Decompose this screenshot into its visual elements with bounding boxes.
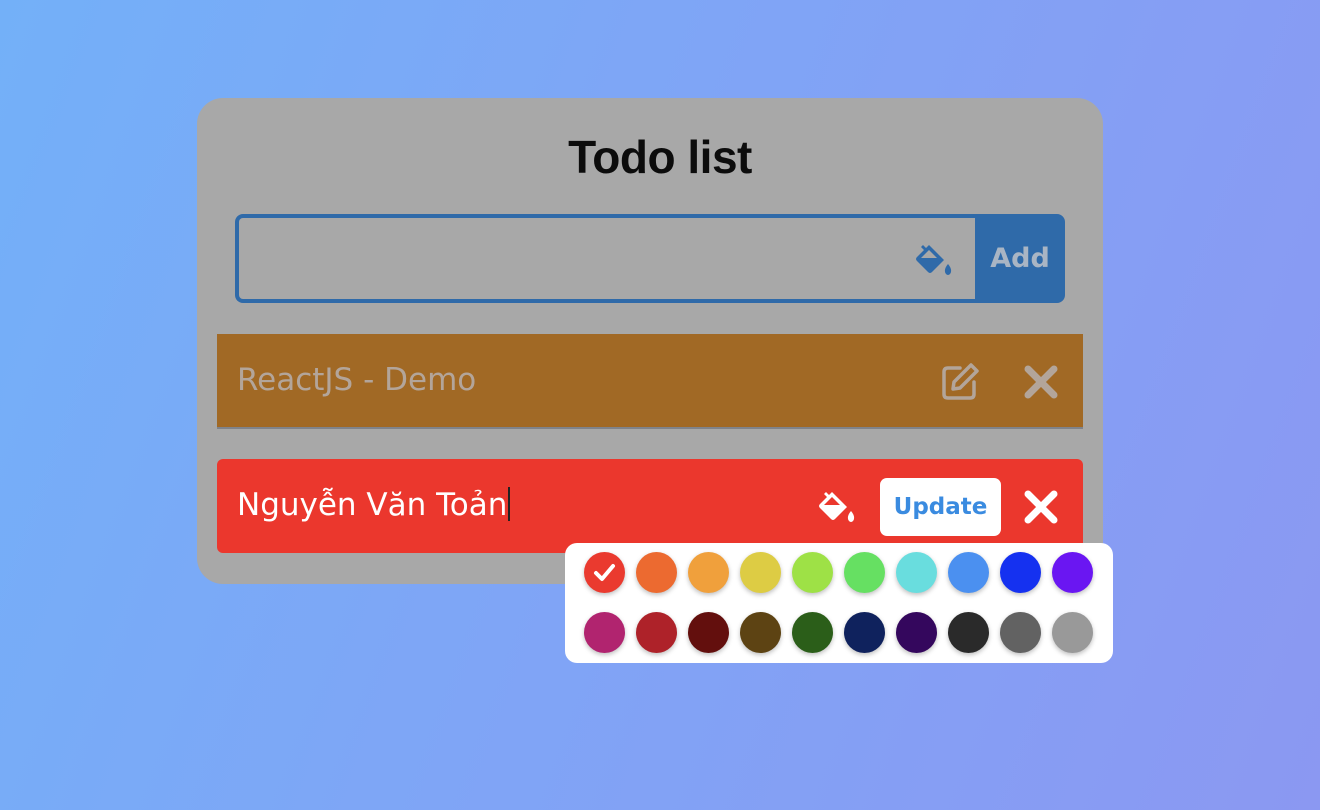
text-caret: [508, 487, 511, 521]
color-swatch[interactable]: [844, 612, 885, 653]
color-swatch[interactable]: [740, 552, 781, 593]
color-swatch[interactable]: [1052, 612, 1093, 653]
page-title: Todo list: [568, 131, 752, 183]
color-swatch[interactable]: [1000, 612, 1041, 653]
close-icon[interactable]: [1023, 489, 1059, 525]
new-todo-input[interactable]: [239, 218, 899, 299]
update-button[interactable]: Update: [880, 478, 1001, 536]
todo-item-text: ReactJS - Demo: [237, 362, 477, 398]
check-icon: [594, 564, 615, 581]
add-button[interactable]: Add: [975, 214, 1065, 303]
color-swatch[interactable]: [896, 552, 937, 593]
new-todo-field: [235, 214, 975, 303]
color-swatch[interactable]: [792, 612, 833, 653]
color-swatch[interactable]: [948, 552, 989, 593]
todo-item: ReactJS - Demo: [217, 334, 1083, 429]
color-swatch[interactable]: [688, 612, 729, 653]
edit-icon[interactable]: [940, 362, 980, 402]
color-swatch[interactable]: [584, 612, 625, 653]
color-swatch[interactable]: [948, 612, 989, 653]
color-swatch[interactable]: [584, 552, 625, 593]
todo-item-editing[interactable]: Nguyễn Văn Toản Update: [217, 459, 1083, 553]
color-swatch[interactable]: [844, 552, 885, 593]
color-swatch[interactable]: [688, 552, 729, 593]
paint-bucket-icon[interactable]: [915, 242, 955, 278]
color-palette: [565, 543, 1113, 663]
color-swatch[interactable]: [1000, 552, 1041, 593]
color-swatch[interactable]: [1052, 552, 1093, 593]
todo-edit-input[interactable]: Nguyễn Văn Toản: [237, 487, 511, 523]
close-icon[interactable]: [1023, 364, 1059, 400]
color-swatch[interactable]: [896, 612, 937, 653]
color-swatch[interactable]: [636, 552, 677, 593]
color-swatch[interactable]: [740, 612, 781, 653]
color-swatch[interactable]: [792, 552, 833, 593]
paint-bucket-icon[interactable]: [818, 488, 858, 526]
color-swatch[interactable]: [636, 612, 677, 653]
